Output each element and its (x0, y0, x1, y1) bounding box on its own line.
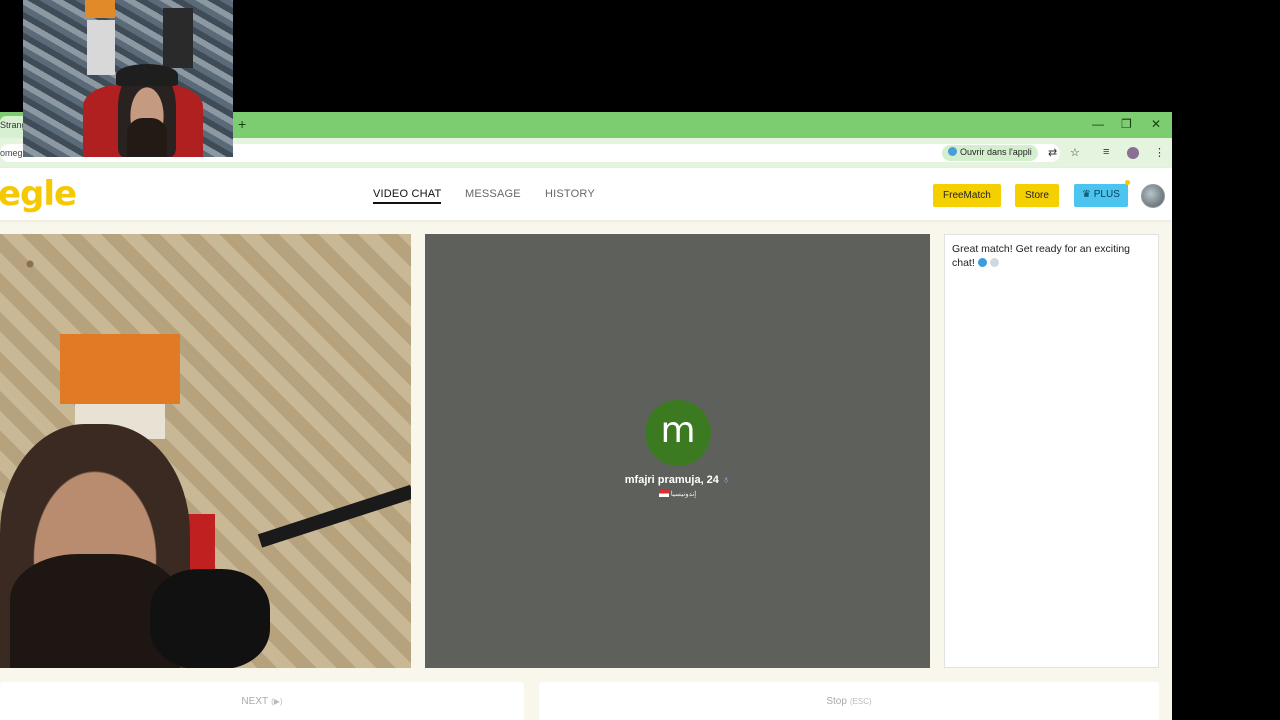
next-button[interactable]: NEXT (▶) (0, 682, 524, 720)
streamer-webcam-overlay (23, 0, 233, 157)
local-video-feed (0, 234, 411, 668)
stranger-name-text: mfajri pramuja, 24 (624, 474, 719, 486)
video-scene-mic-arm (257, 484, 411, 548)
overlay-scene-cap (116, 64, 178, 86)
notification-dot (1125, 180, 1130, 185)
maximize-button[interactable]: ❐ (1121, 117, 1132, 131)
bookmark-star-icon[interactable]: ☆ (1070, 146, 1080, 159)
video-scene-shelf (60, 334, 180, 404)
video-scene-microphone (150, 569, 270, 668)
next-hint: (▶) (271, 697, 283, 706)
remote-video-feed: m mfajri pramuja, 24 ♁ إندونيسيا (425, 234, 930, 668)
profile-icon[interactable] (1127, 147, 1139, 159)
overlay-scene-beard (127, 118, 167, 157)
site-header: egle VIDEO CHAT MESSAGE HISTORY FreeMatc… (0, 168, 1172, 220)
overlay-scene-box (85, 0, 115, 18)
gender-icon: ♁ (721, 474, 731, 486)
stranger-avatar: m (645, 400, 711, 466)
nav-message[interactable]: MESSAGE (465, 188, 521, 200)
translate-icon[interactable]: ⇄ (1048, 146, 1057, 159)
plus-button[interactable]: ♛ PLUS (1074, 184, 1128, 207)
user-avatar[interactable] (1141, 184, 1165, 208)
stop-button[interactable]: Stop (ESC) (539, 682, 1159, 720)
stranger-name: mfajri pramuja, 24 ♁ (425, 474, 930, 486)
close-window-button[interactable]: ✕ (1151, 117, 1161, 131)
nav-video-chat[interactable]: VIDEO CHAT (373, 188, 442, 204)
open-in-app-button[interactable]: Ouvrir dans l'appli (942, 145, 1038, 161)
stranger-country: إندونيسيا (425, 490, 930, 498)
site-logo[interactable]: egle (0, 174, 77, 214)
indonesia-flag-icon (658, 490, 669, 497)
globe-emoji-icon (977, 258, 987, 267)
nav-history[interactable]: HISTORY (545, 188, 595, 200)
menu-kebab-icon[interactable]: ⋮ (1154, 146, 1165, 159)
new-tab-button[interactable]: + (238, 116, 246, 132)
open-in-app-label: Ouvrir dans l'appli (960, 147, 1032, 157)
chat-panel[interactable]: Great match! Get ready for an exciting c… (944, 234, 1159, 668)
store-button[interactable]: Store (1015, 184, 1059, 207)
app-icon (948, 147, 957, 156)
url-text: omegl (0, 148, 25, 158)
next-label: NEXT (241, 696, 269, 707)
browser-window: Strange + — ❐ ✕ omegl Ouvrir dans l'appl… (0, 112, 1172, 720)
speech-bubble-emoji-icon (989, 258, 999, 267)
minimize-button[interactable]: — (1092, 117, 1104, 131)
stop-label: Stop (826, 696, 847, 707)
stranger-country-text: إندونيسيا (670, 491, 697, 498)
freematch-button[interactable]: FreeMatch (933, 184, 1001, 207)
overlay-scene-pc (163, 8, 193, 68)
system-message: Great match! Get ready for an exciting c… (952, 242, 1152, 270)
reading-list-icon[interactable]: ≡ (1103, 146, 1109, 158)
stop-hint: (ESC) (849, 697, 872, 706)
overlay-scene-shelf (87, 20, 115, 75)
